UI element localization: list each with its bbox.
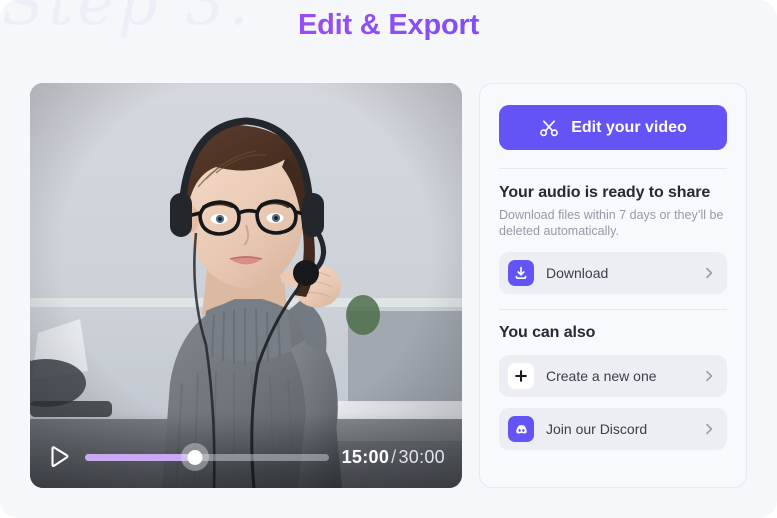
time-separator: / [391,446,397,467]
also-heading: You can also [499,324,596,341]
ready-heading: Your audio is ready to share [499,184,711,201]
discord-icon [508,416,534,442]
chevron-right-icon [706,267,713,279]
current-time: 15:00 [341,446,390,467]
download-label: Download [546,265,609,281]
divider-middle [499,309,727,310]
progress-slider[interactable] [85,443,329,471]
play-icon[interactable] [46,444,72,470]
create-a-new-one-row[interactable]: Create a new one [499,355,727,397]
download-icon [508,260,534,286]
player-controls: 15:00/30:00 [30,426,462,488]
join-our-discord-label: Join our Discord [546,421,648,437]
chevron-right-icon [706,370,713,382]
progress-fill [85,453,195,461]
plus-icon [508,363,534,389]
chevron-right-icon [706,423,713,435]
total-time: 30:00 [398,446,445,467]
page-title: Edit & Export [0,9,777,42]
content-area: 15:00/30:00 Edit your video Your audio i… [30,83,747,488]
export-page: Step 3. Edit & Export [0,0,777,518]
ready-subtext: Download files within 7 days or they’ll … [499,208,724,238]
video-player[interactable]: 15:00/30:00 [30,83,462,488]
edit-your-video-label: Edit your video [571,118,687,136]
divider-top [499,168,727,169]
join-our-discord-row[interactable]: Join our Discord [499,408,727,450]
edit-your-video-button[interactable]: Edit your video [499,105,727,150]
export-options-panel: Edit your video Your audio is ready to s… [479,83,747,488]
download-row[interactable]: Download [499,252,727,294]
create-a-new-one-label: Create a new one [546,368,657,384]
scissors-icon [540,119,559,136]
time-display: 15:00/30:00 [342,447,445,468]
progress-thumb[interactable] [187,449,203,465]
